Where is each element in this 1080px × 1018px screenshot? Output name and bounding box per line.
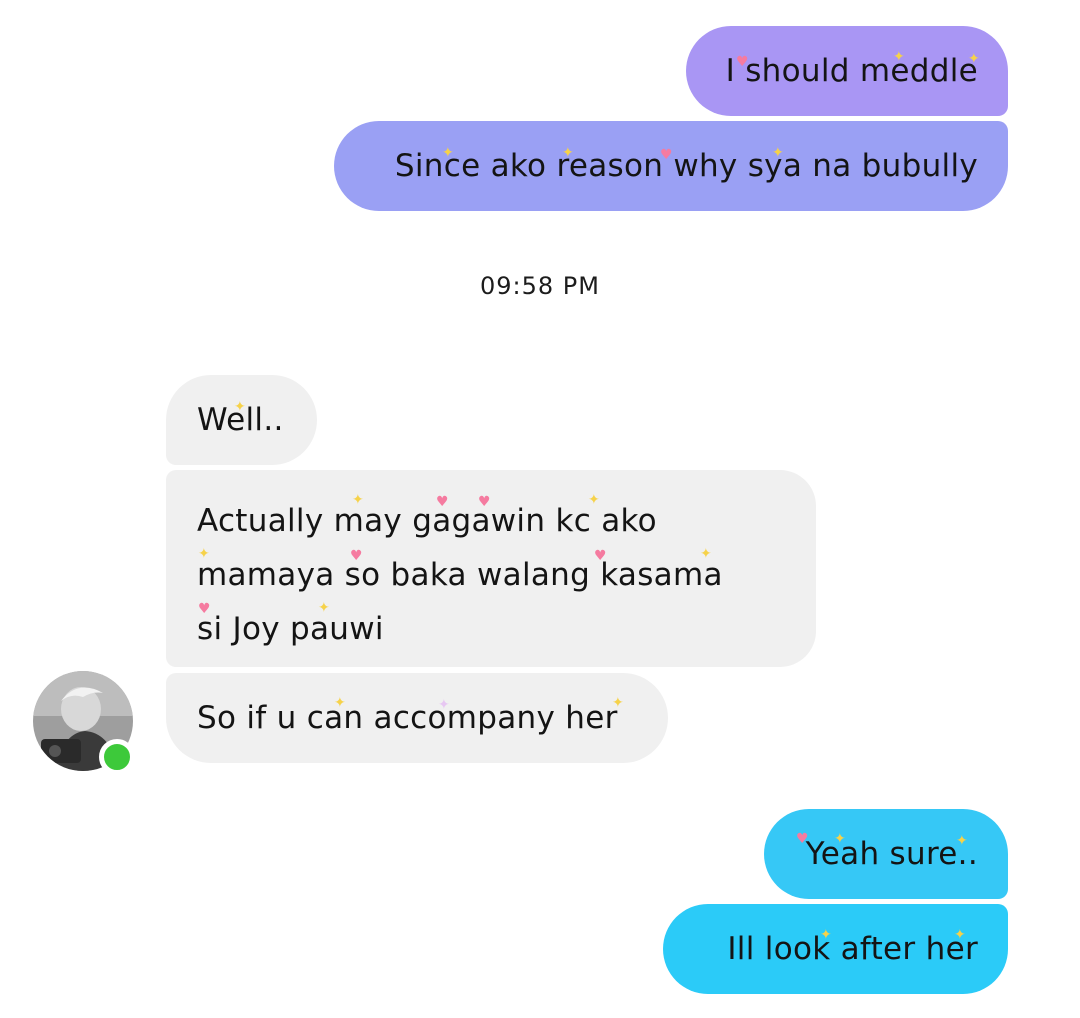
online-status-dot <box>99 739 135 775</box>
sent-message-bubble[interactable]: Since ako reason why sya na bubully <box>334 121 1008 211</box>
received-message-bubble[interactable]: Actually may gagawin kc ako mamaya so ba… <box>166 470 816 667</box>
received-message-bubble[interactable]: So if u can accompany her <box>166 673 668 763</box>
received-message-bubble[interactable]: Well.. <box>166 375 317 465</box>
message-text-line: Actually may gagawin kc ako <box>197 503 657 539</box>
message-text-line: si Joy pauwi <box>197 611 384 647</box>
message-text: Well.. <box>197 402 284 438</box>
sent-message-bubble[interactable]: Yeah sure.. <box>764 809 1008 899</box>
sent-message-bubble[interactable]: Ill look after her <box>663 904 1008 994</box>
message-text: Ill look after her <box>727 931 978 967</box>
message-text-line: mamaya so baka walang kasama <box>197 557 723 593</box>
message-text: I should meddle <box>725 53 978 89</box>
message-timestamp: 09:58 PM <box>480 272 600 300</box>
sent-message-bubble[interactable]: I should meddle <box>686 26 1008 116</box>
message-text: So if u can accompany her <box>197 700 618 736</box>
message-text: Since ako reason why sya na bubully <box>394 148 978 184</box>
message-text: Yeah sure.. <box>805 836 978 872</box>
